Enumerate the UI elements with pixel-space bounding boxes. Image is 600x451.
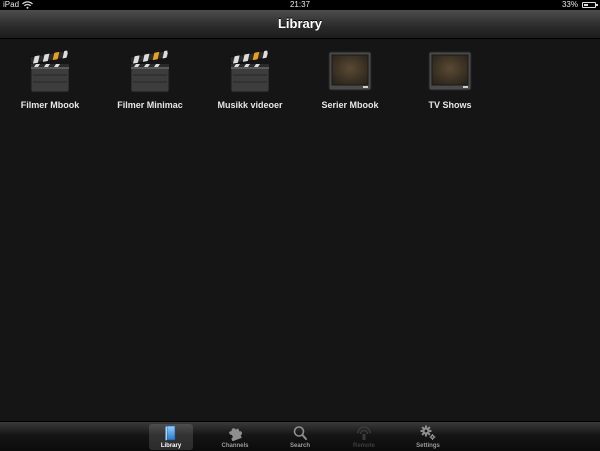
gear-icon	[420, 425, 436, 440]
tab-label: Channels	[221, 443, 249, 449]
tv-icon	[428, 51, 472, 91]
tv-icon	[328, 51, 372, 91]
library-item-musikk-videoer[interactable]: Musikk videoer	[200, 44, 300, 116]
library-item-label: Filmer Minimac	[117, 100, 183, 110]
tab-label: Settings	[416, 443, 440, 449]
tab-library[interactable]: Library	[149, 424, 193, 450]
library-item-label: Filmer Mbook	[20, 100, 80, 110]
puzzle-icon	[228, 428, 243, 441]
tab-label: Library	[160, 443, 182, 449]
library-item-filmer-minimac[interactable]: Filmer Minimac	[100, 44, 200, 116]
tab-remote[interactable]: Remote	[342, 424, 386, 450]
clapperboard-icon	[229, 49, 270, 93]
status-bar: iPad 21:37 33%	[0, 0, 600, 10]
tab-search[interactable]: Search	[278, 424, 322, 450]
clapperboard-icon	[129, 49, 170, 93]
remote-icon	[357, 426, 371, 440]
battery-icon	[582, 2, 598, 8]
page-title: Library	[277, 16, 323, 31]
tab-channels[interactable]: Channels	[213, 424, 257, 450]
tab-bar: Library Channels Search Remote Settings	[0, 421, 600, 451]
tab-label: Remote	[352, 443, 375, 449]
navigation-bar: Library	[0, 10, 600, 39]
clapperboard-icon	[29, 49, 70, 93]
search-icon	[293, 426, 307, 440]
tab-label: Search	[289, 443, 310, 449]
library-icon	[165, 425, 176, 441]
library-item-tv-shows[interactable]: TV Shows	[400, 44, 500, 116]
library-item-label: TV Shows	[428, 100, 472, 110]
tab-settings[interactable]: Settings	[406, 424, 450, 450]
library-item-label: Musikk videoer	[217, 100, 283, 110]
library-item-filmer-mbook[interactable]: Filmer Mbook	[0, 44, 100, 116]
library-item-serier-mbook[interactable]: Serier Mbook	[300, 44, 400, 116]
status-time: 21:37	[289, 0, 311, 9]
library-item-label: Serier Mbook	[321, 100, 379, 110]
battery-percentage: 33%	[561, 0, 578, 9]
